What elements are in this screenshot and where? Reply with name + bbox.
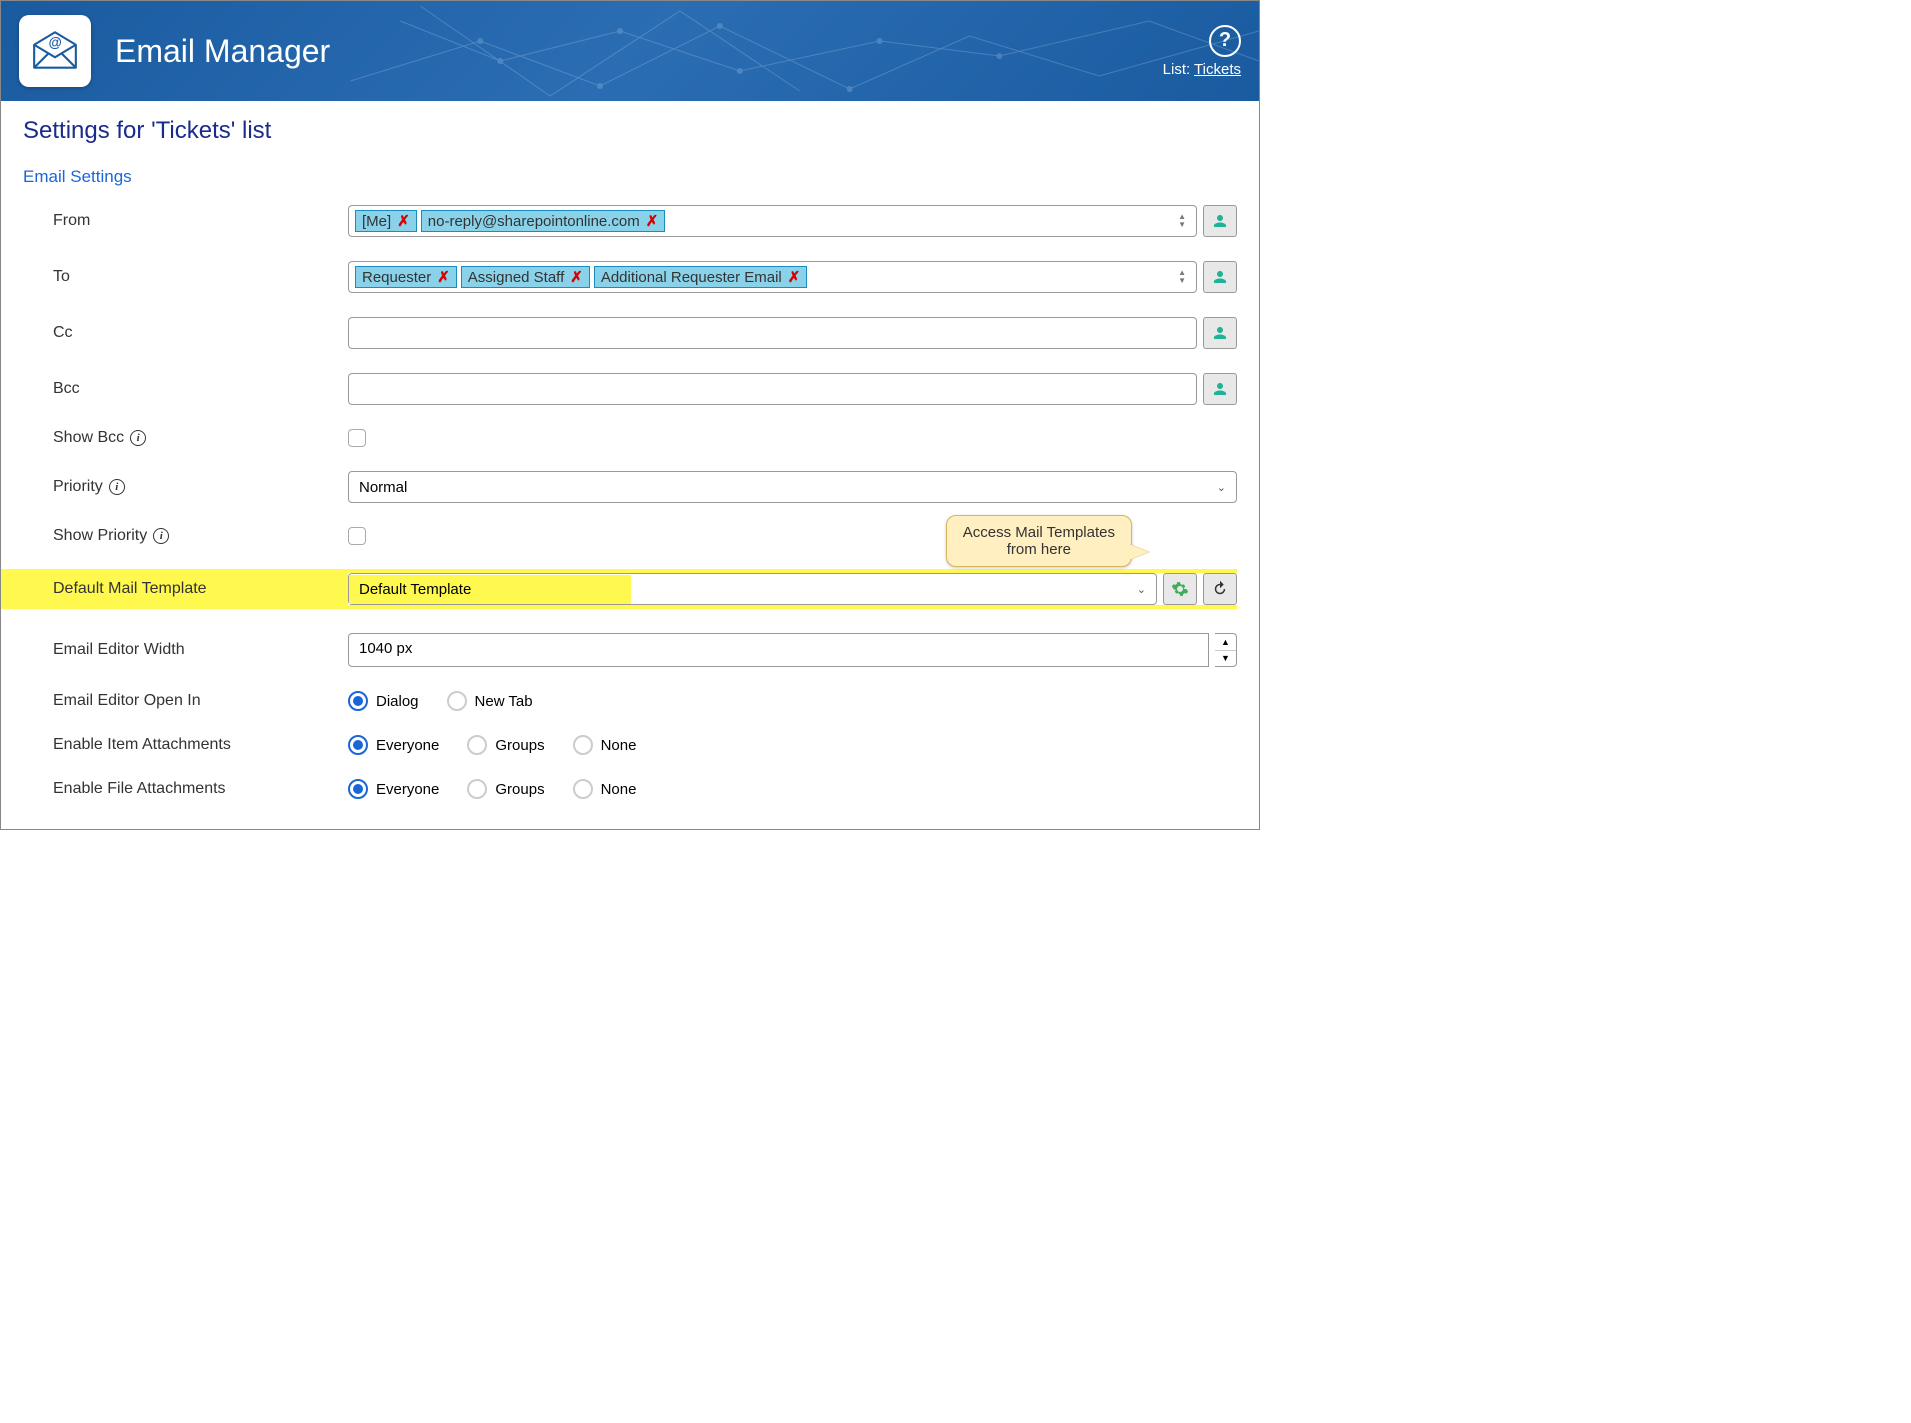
label-default-template: Default Mail Template [23, 580, 348, 598]
app-logo-icon: @ [19, 15, 91, 87]
file-attach-groups-radio[interactable]: Groups [467, 779, 544, 799]
label-to: To [23, 268, 348, 286]
open-in-newtab-radio[interactable]: New Tab [447, 691, 533, 711]
to-tag: Additional Requester Email✗ [594, 266, 808, 288]
app-title: Email Manager [115, 33, 330, 70]
to-tag: Requester✗ [355, 266, 457, 288]
cc-input[interactable] [348, 317, 1197, 349]
people-picker-button[interactable] [1203, 205, 1237, 237]
people-picker-button[interactable] [1203, 373, 1237, 405]
show-priority-checkbox[interactable] [348, 527, 366, 545]
to-tag: Assigned Staff✗ [461, 266, 590, 288]
to-input[interactable]: Requester✗ Assigned Staff✗ Additional Re… [348, 261, 1197, 293]
stepper-up-icon: ▲ [1215, 634, 1236, 651]
template-refresh-button[interactable] [1203, 573, 1237, 605]
people-picker-button[interactable] [1203, 261, 1237, 293]
label-show-bcc: Show Bcci [23, 429, 348, 447]
people-picker-button[interactable] [1203, 317, 1237, 349]
label-from: From [23, 212, 348, 230]
tag-remove-icon[interactable]: ✗ [397, 212, 410, 230]
template-select[interactable]: Default Template ⌄ [348, 573, 1157, 605]
bcc-input[interactable] [348, 373, 1197, 405]
priority-select[interactable]: Normal⌄ [348, 471, 1237, 503]
stepper-icon[interactable]: ▲▼ [1178, 269, 1190, 285]
file-attach-none-radio[interactable]: None [573, 779, 637, 799]
label-priority: Priorityi [23, 478, 348, 496]
label-item-attach: Enable Item Attachments [23, 736, 348, 754]
label-open-in: Email Editor Open In [23, 692, 348, 710]
page-title: Settings for 'Tickets' list [23, 117, 1237, 145]
label-editor-width: Email Editor Width [23, 641, 348, 659]
open-in-dialog-radio[interactable]: Dialog [348, 691, 419, 711]
svg-text:@: @ [48, 35, 61, 50]
file-attach-everyone-radio[interactable]: Everyone [348, 779, 439, 799]
item-attach-everyone-radio[interactable]: Everyone [348, 735, 439, 755]
info-icon[interactable]: i [130, 430, 146, 446]
callout-tooltip: Access Mail Templates from here [946, 515, 1132, 567]
tag-remove-icon[interactable]: ✗ [437, 268, 450, 286]
from-input[interactable]: [Me]✗ no-reply@sharepointonline.com✗ ▲▼ [348, 205, 1197, 237]
label-show-priority: Show Priorityi [23, 527, 348, 545]
label-bcc: Bcc [23, 380, 348, 398]
from-tag: [Me]✗ [355, 210, 417, 232]
label-cc: Cc [23, 324, 348, 342]
template-settings-button[interactable] [1163, 573, 1197, 605]
stepper-down-icon: ▼ [1215, 651, 1236, 667]
chevron-down-icon: ⌄ [1137, 583, 1146, 596]
show-bcc-checkbox[interactable] [348, 429, 366, 447]
app-header: @ Email Manager ? List: Tickets [1, 1, 1259, 101]
tag-remove-icon[interactable]: ✗ [788, 268, 801, 286]
info-icon[interactable]: i [153, 528, 169, 544]
from-tag: no-reply@sharepointonline.com✗ [421, 210, 666, 232]
stepper-icon[interactable]: ▲▼ [1178, 213, 1190, 229]
info-icon[interactable]: i [109, 479, 125, 495]
item-attach-none-radio[interactable]: None [573, 735, 637, 755]
section-title: Email Settings [23, 167, 1237, 187]
editor-width-input[interactable]: 1040 px [348, 633, 1209, 667]
help-icon[interactable]: ? [1209, 25, 1241, 57]
tag-remove-icon[interactable]: ✗ [646, 212, 659, 230]
tag-remove-icon[interactable]: ✗ [570, 268, 583, 286]
chevron-down-icon: ⌄ [1217, 481, 1226, 494]
label-file-attach: Enable File Attachments [23, 780, 348, 798]
item-attach-groups-radio[interactable]: Groups [467, 735, 544, 755]
list-link[interactable]: List: Tickets [1163, 61, 1241, 78]
width-stepper[interactable]: ▲ ▼ [1215, 633, 1237, 667]
